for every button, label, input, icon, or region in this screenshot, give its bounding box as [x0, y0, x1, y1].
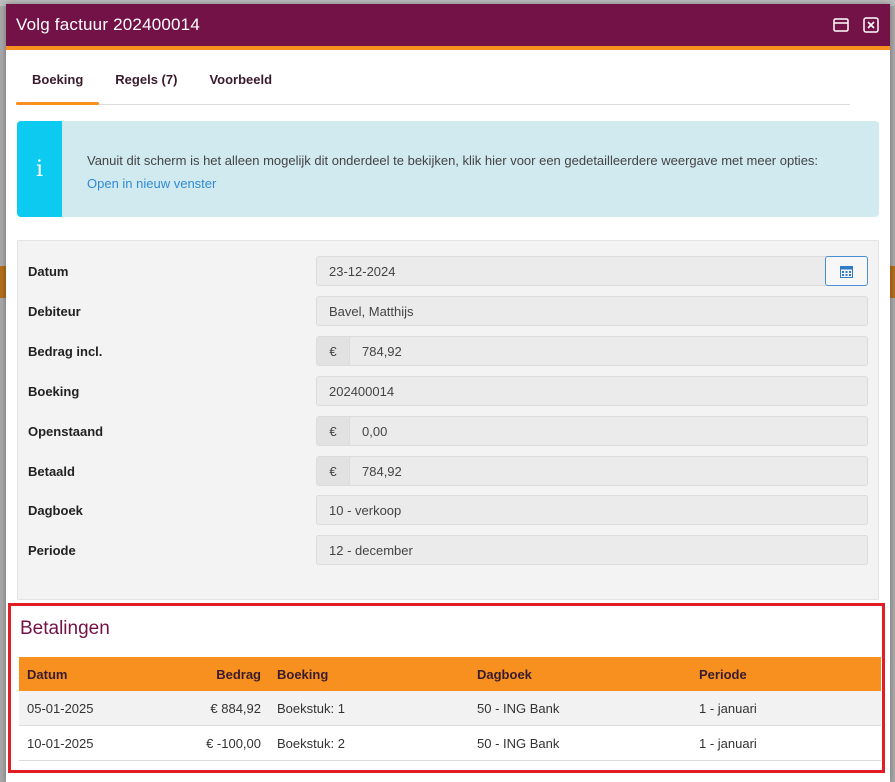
tab-regels[interactable]: Regels (7)	[99, 68, 193, 104]
dagboek-field[interactable]: 10 - verkoop	[316, 495, 868, 525]
boeking-label: Boeking	[28, 383, 80, 399]
periode-value: 12 - december	[329, 542, 413, 558]
euro-prefix: €	[317, 457, 350, 485]
datum-field[interactable]: 23-12-2024	[316, 256, 868, 286]
row-boeking: Boeking 202400014	[28, 375, 868, 407]
col-boeking[interactable]: Boeking	[269, 657, 469, 691]
euro-prefix: €	[317, 417, 350, 445]
cell-periode: 1 - januari	[691, 725, 881, 761]
betaald-value: 784,92	[362, 463, 402, 479]
row-debiteur: Debiteur Bavel, Matthijs	[28, 295, 868, 327]
debiteur-field[interactable]: Bavel, Matthijs	[316, 296, 868, 326]
row-betaald: Betaald € 784,92	[28, 455, 868, 487]
row-dagboek: Dagboek 10 - verkoop	[28, 494, 868, 526]
payments-title: Betalingen	[20, 618, 110, 639]
col-dagboek[interactable]: Dagboek	[469, 657, 691, 691]
table-row[interactable]: 05-01-2025 € 884,92 Boekstuk: 1 50 - ING…	[19, 691, 881, 726]
boeking-value: 202400014	[329, 383, 395, 399]
cell-bedrag: € 884,92	[121, 691, 269, 726]
datum-label: Datum	[28, 263, 69, 279]
col-periode[interactable]: Periode	[691, 657, 881, 691]
info-glyph: i	[35, 156, 44, 182]
payments-table: Datum Bedrag Boeking Dagboek Periode 05-…	[19, 657, 881, 761]
tab-bar: Boeking Regels (7) Voorbeeld	[16, 68, 850, 105]
periode-label: Periode	[28, 542, 76, 558]
debiteur-value: Bavel, Matthijs	[329, 303, 414, 319]
cell-datum: 05-01-2025	[19, 691, 121, 726]
tab-boeking[interactable]: Boeking	[16, 68, 100, 105]
maximize-icon[interactable]	[832, 16, 850, 34]
tab-voorbeeld[interactable]: Voorbeeld	[193, 68, 288, 104]
bedrag-incl-value: 784,92	[362, 343, 402, 359]
cell-dagboek: 50 - ING Bank	[469, 725, 691, 761]
modal-titlebar: Volg factuur 202400014	[6, 4, 890, 50]
col-bedrag[interactable]: Bedrag	[121, 657, 269, 691]
betaald-label: Betaald	[28, 463, 75, 479]
payments-header-row: Datum Bedrag Boeking Dagboek Periode	[19, 657, 881, 691]
modal-title: Volg factuur 202400014	[16, 15, 200, 34]
cell-periode: 1 - januari	[691, 691, 881, 726]
close-icon[interactable]	[862, 16, 880, 34]
cell-bedrag: € -100,00	[121, 725, 269, 761]
info-icon: i	[17, 121, 62, 217]
booking-form: Datum 23-12-2024 Debiteur Bavel, Matthij…	[17, 240, 879, 600]
open-new-window-link[interactable]: Open in nieuw venster	[87, 172, 818, 195]
boeking-field[interactable]: 202400014	[316, 376, 868, 406]
debiteur-label: Debiteur	[28, 303, 81, 319]
openstaand-value: 0,00	[362, 423, 388, 439]
col-datum[interactable]: Datum	[19, 657, 121, 691]
dagboek-label: Dagboek	[28, 502, 83, 518]
row-datum: Datum 23-12-2024	[28, 255, 868, 287]
periode-field[interactable]: 12 - december	[316, 535, 868, 565]
cell-boeking: Boekstuk: 1	[269, 691, 469, 726]
row-periode: Periode 12 - december	[28, 534, 868, 566]
cell-datum: 10-01-2025	[19, 725, 121, 761]
openstaand-field[interactable]: € 0,00	[316, 416, 868, 446]
info-message: Vanuit dit scherm is het alleen mogelijk…	[87, 153, 819, 168]
openstaand-label: Openstaand	[28, 423, 104, 439]
bedrag-incl-field[interactable]: € 784,92	[316, 336, 868, 366]
window-controls	[832, 16, 890, 34]
datum-value: 23-12-2024	[329, 263, 396, 279]
row-bedrag-incl: Bedrag incl. € 784,92	[28, 335, 868, 367]
table-row[interactable]: 10-01-2025 € -100,00 Boekstuk: 2 50 - IN…	[19, 725, 881, 761]
bedrag-incl-label: Bedrag incl.	[28, 343, 103, 359]
betaald-field[interactable]: € 784,92	[316, 456, 868, 486]
euro-prefix: €	[317, 337, 350, 365]
calendar-icon[interactable]	[825, 256, 868, 286]
row-openstaand: Openstaand € 0,00	[28, 415, 868, 447]
payments-section: Betalingen Datum Bedrag Boeking Dagboek …	[8, 603, 885, 773]
cell-dagboek: 50 - ING Bank	[469, 691, 691, 726]
cell-boeking: Boekstuk: 2	[269, 725, 469, 761]
dagboek-value: 10 - verkoop	[329, 502, 402, 518]
info-alert: i Vanuit dit scherm is het alleen mogeli…	[17, 121, 879, 217]
invoice-modal: Volg factuur 202400014 Boeking Regels (7…	[6, 4, 890, 782]
